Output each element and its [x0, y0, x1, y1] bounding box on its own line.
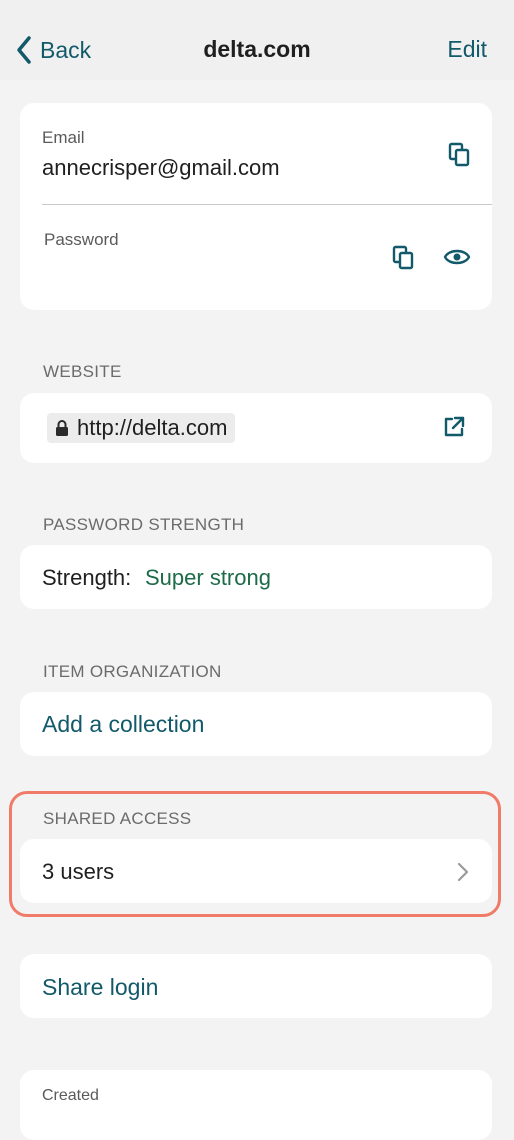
password-strength-header: PASSWORD STRENGTH — [43, 515, 245, 534]
lock-icon — [56, 419, 68, 436]
url-field[interactable]: http://delta.com — [47, 413, 236, 443]
shared-users-count: 3 users — [42, 859, 115, 884]
email-label: Email — [42, 128, 85, 147]
add-collection-button[interactable]: Add a collection — [42, 711, 204, 738]
email-value[interactable]: annecrisper@gmail.com — [42, 155, 280, 181]
navigation-bar: Back delta.com Edit — [0, 0, 514, 80]
copy-icon[interactable] — [447, 142, 471, 168]
page-title: delta.com — [203, 36, 311, 62]
eye-icon[interactable] — [443, 246, 471, 268]
url-text: http://delta.com — [77, 415, 228, 440]
created-label: Created — [42, 1087, 99, 1104]
external-link-icon[interactable] — [443, 416, 465, 438]
chevron-right-icon — [457, 862, 469, 882]
copy-password-icon[interactable] — [391, 245, 415, 271]
strength-value: Super strong — [145, 565, 271, 590]
divider — [42, 204, 492, 205]
password-label: Password — [44, 230, 119, 249]
shared-access-header: SHARED ACCESS — [43, 809, 192, 828]
created-card — [20, 1070, 492, 1140]
item-organization-header: ITEM ORGANIZATION — [43, 662, 222, 681]
credentials-card — [20, 103, 492, 310]
share-login-button[interactable]: Share login — [42, 974, 158, 1001]
edit-button[interactable]: Edit — [447, 36, 487, 63]
website-header: WEBSITE — [43, 362, 122, 381]
strength-label: Strength: — [42, 565, 132, 590]
